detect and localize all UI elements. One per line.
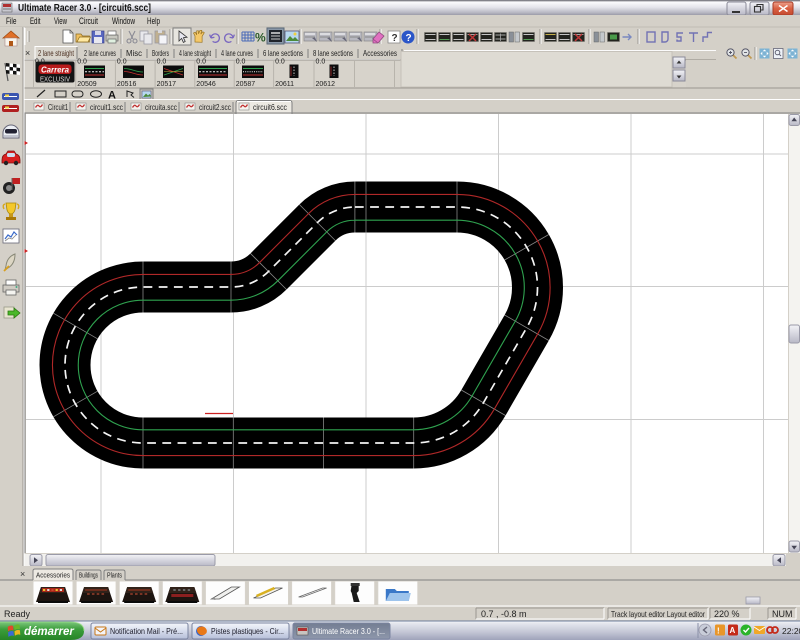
svg-text:20517: 20517 — [157, 81, 177, 88]
svg-text:Buildings: Buildings — [79, 573, 98, 580]
svg-text:circuit2.scc: circuit2.scc — [199, 102, 232, 112]
svg-text:20587: 20587 — [236, 81, 256, 88]
svg-text:2 lane curves: 2 lane curves — [84, 48, 116, 58]
svg-text:0.0: 0.0 — [236, 59, 246, 66]
svg-text:Misc: Misc — [126, 48, 143, 58]
svg-text:Circuit1: Circuit1 — [48, 102, 68, 112]
svg-text:Accessories: Accessories — [36, 573, 70, 580]
svg-text:File: File — [6, 16, 17, 26]
svg-text:220 %: 220 % — [714, 609, 740, 619]
svg-text:circuita.scc: circuita.scc — [145, 102, 178, 112]
svg-text:!: ! — [717, 627, 720, 636]
svg-text:Window: Window — [112, 16, 135, 26]
svg-text:4 lane straight: 4 lane straight — [179, 48, 211, 58]
svg-text:6 lane sections: 6 lane sections — [263, 48, 303, 58]
svg-text:0.0: 0.0 — [35, 59, 45, 66]
svg-text:0.7 , -0.8 m: 0.7 , -0.8 m — [481, 609, 527, 619]
svg-text:20611: 20611 — [275, 81, 294, 88]
svg-text:0.0: 0.0 — [157, 59, 167, 66]
svg-text:Edit: Edit — [30, 16, 41, 26]
svg-text:8 lane sections: 8 lane sections — [313, 48, 353, 58]
svg-text:?: ? — [392, 33, 398, 44]
svg-text:20612: 20612 — [316, 81, 336, 88]
svg-text:Ready: Ready — [4, 609, 31, 619]
svg-text:A: A — [730, 626, 736, 635]
svg-text:Accessories: Accessories — [363, 48, 397, 58]
svg-text:4 lane curves: 4 lane curves — [221, 48, 253, 58]
svg-text:%: % — [255, 31, 266, 45]
svg-text:Ultimate Racer 3.0 - [circuit6: Ultimate Racer 3.0 - [circuit6.scc] — [18, 3, 151, 14]
svg-text:20516: 20516 — [117, 81, 137, 88]
svg-text:Ultimate Racer 3.0 - [...: Ultimate Racer 3.0 - [... — [312, 626, 385, 636]
svg-text:Plants: Plants — [107, 573, 122, 580]
svg-text:Borders: Borders — [152, 48, 169, 58]
svg-text:0.0: 0.0 — [275, 59, 285, 66]
svg-text:Circuit: Circuit — [79, 16, 98, 26]
svg-text:?: ? — [406, 33, 412, 44]
svg-text:Track layout editor Layout edi: Track layout editor Layout editor — [611, 609, 705, 619]
svg-text:2 lane straight: 2 lane straight — [38, 48, 74, 58]
svg-text:EXCLUSIV: EXCLUSIV — [40, 77, 70, 84]
svg-text:0.0: 0.0 — [316, 59, 326, 66]
svg-text:Pistes plastiques - Cir...: Pistes plastiques - Cir... — [211, 626, 284, 636]
svg-text:circuit6.scc: circuit6.scc — [253, 102, 288, 112]
svg-text:circuit1.scc: circuit1.scc — [90, 102, 124, 112]
svg-text:0.0: 0.0 — [77, 59, 87, 66]
svg-text:Help: Help — [147, 16, 160, 26]
svg-text:22:20: 22:20 — [782, 626, 800, 636]
svg-text:0.0: 0.0 — [196, 59, 206, 66]
svg-text:démarrer: démarrer — [24, 626, 74, 638]
svg-text:×: × — [25, 48, 30, 58]
svg-text:NUM: NUM — [772, 609, 793, 619]
svg-text:20546: 20546 — [196, 81, 216, 88]
svg-text:Carrera: Carrera — [41, 66, 70, 75]
svg-text:Notification Mail - Pré...: Notification Mail - Pré... — [110, 626, 183, 636]
svg-text:×: × — [20, 569, 25, 579]
svg-text:20509: 20509 — [77, 81, 97, 88]
svg-text:View: View — [54, 16, 67, 26]
svg-text:0.0: 0.0 — [117, 59, 127, 66]
